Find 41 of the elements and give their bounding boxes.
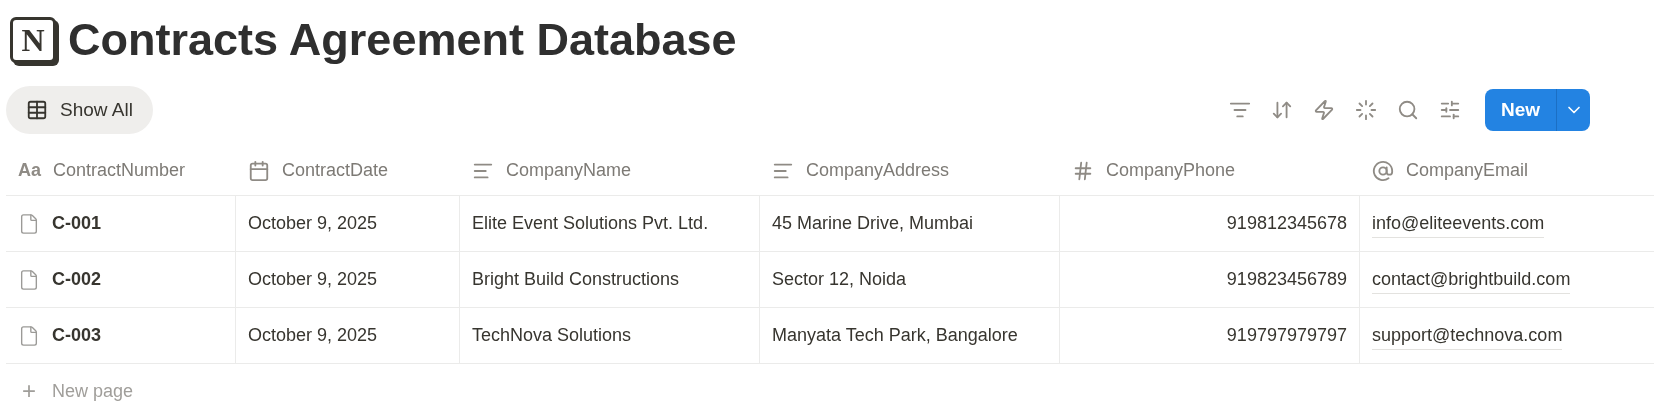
table-cell-text: October 9, 2025 (248, 268, 378, 291)
logo-icon: N (10, 17, 56, 63)
table-cell[interactable]: C-001 (52, 210, 102, 237)
table-cell-text: 919823456789 (1226, 268, 1347, 291)
text-type-icon: Aa (18, 157, 41, 184)
column-header[interactable]: CompanyPhone (1106, 157, 1236, 184)
email-link[interactable]: contact@brightbuild.com (1372, 265, 1571, 294)
table-cell[interactable]: C-002 (52, 266, 102, 293)
table-cell-text: Sector 12, Noida (772, 268, 907, 291)
table-cell-text: 919797979797 (1226, 324, 1347, 347)
table-cell-text: October 9, 2025 (248, 212, 378, 235)
column-header[interactable]: ContractDate (282, 157, 389, 184)
column-header[interactable]: CompanyAddress (806, 157, 950, 184)
new-page-button[interactable]: + New page (6, 364, 150, 418)
search-icon[interactable] (1396, 99, 1419, 121)
page-icon (18, 324, 40, 347)
at-sign-icon (1372, 159, 1394, 182)
burst-icon[interactable] (1354, 99, 1377, 121)
email-link[interactable]: info@eliteevents.com (1372, 209, 1545, 238)
table-cell-text: 919812345678 (1226, 212, 1347, 235)
table-cell-text: Elite Event Solutions Pvt. Ltd. (472, 212, 709, 235)
table-cell-text: TechNova Solutions (472, 324, 632, 347)
email-link[interactable]: support@technova.com (1372, 321, 1563, 350)
lightning-icon[interactable] (1312, 99, 1335, 121)
table-cell-text: Manyata Tech Park, Bangalore (772, 324, 1018, 347)
table-cell-text: Bright Build Constructions (472, 268, 680, 291)
column-header[interactable]: ContractNumber (53, 157, 186, 184)
sort-icon[interactable] (1270, 99, 1293, 121)
table-icon (26, 99, 48, 121)
page-icon (18, 212, 40, 235)
settings-icon[interactable] (1438, 99, 1461, 121)
table-cell[interactable]: C-003 (52, 322, 102, 349)
hash-icon (1072, 159, 1094, 182)
column-header[interactable]: CompanyName (506, 157, 632, 184)
column-header[interactable]: CompanyEmail (1406, 157, 1529, 184)
table-cell-text: 45 Marine Drive, Mumbai (772, 212, 974, 235)
page-title: Contracts Agreement Database (68, 13, 737, 68)
page-icon (18, 268, 40, 291)
view-tab[interactable]: Show All (6, 86, 153, 134)
calendar-icon (248, 159, 270, 182)
table-cell-text: October 9, 2025 (248, 324, 378, 347)
